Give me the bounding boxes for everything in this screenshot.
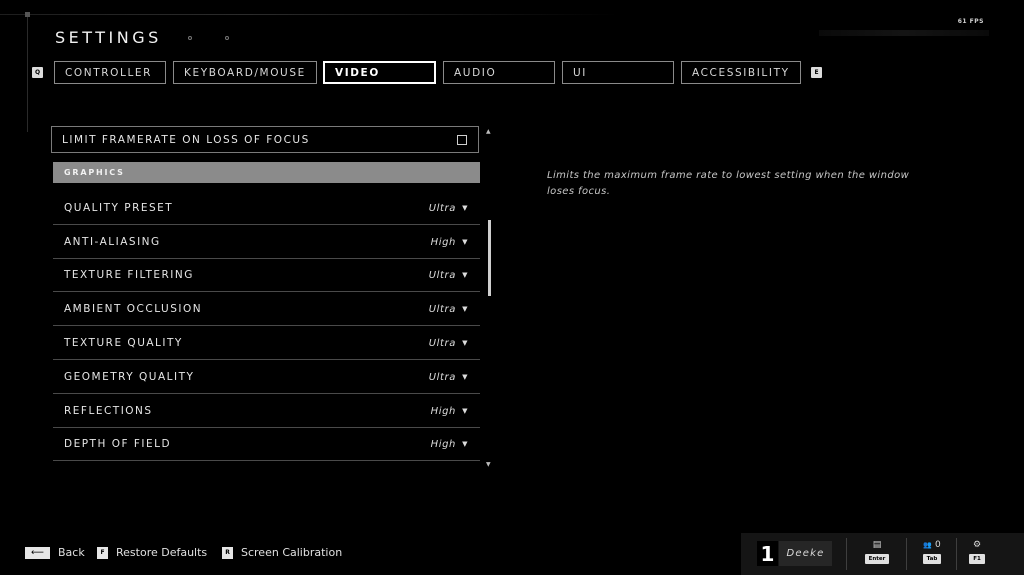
scroll-down-icon[interactable]: ▼ [486,461,491,468]
divider [846,538,847,570]
tab-keyboard-mouse[interactable]: KEYBOARD/MOUSE [173,61,317,84]
divider [956,538,957,570]
settings-button[interactable]: ⚙ F1 [966,538,988,564]
section-header-graphics: GRAPHICS [53,162,480,183]
tab-video[interactable]: VIDEO [323,61,436,84]
dropdown-arrow-icon: ▼ [462,238,469,246]
dropdown-arrow-icon: ▼ [462,271,469,279]
gear-icon: ⚙ [972,539,982,550]
dropdown-arrow-icon: ▼ [462,204,469,212]
dropdown-arrow-icon: ▼ [462,407,469,415]
back-label: Back [58,546,85,559]
dropdown-arrow-icon: ▼ [462,373,469,381]
back-button[interactable]: ⟵ Back [25,546,85,559]
limit-framerate-label: LIMIT FRAMERATE ON LOSS OF FOCUS [62,133,310,146]
fps-counter: 61 FPS [957,18,984,25]
prev-tab-key-badge[interactable]: Q [32,67,43,78]
header-decor-dot [25,12,30,17]
header-ghost-text [819,30,989,36]
setting-description: Limits the maximum frame rate to lowest … [547,170,910,197]
setting-value: Ultra [428,371,456,383]
setting-value: High [430,438,456,450]
party-count: 0 [934,539,941,550]
setting-row-ambient-occlusion[interactable]: AMBIENT OCCLUSION Ultra ▼ [53,293,480,326]
screen-calibration-button[interactable]: R Screen Calibration [222,546,342,559]
title-decor-dots [188,36,229,40]
tab-accessibility[interactable]: ACCESSIBILITY [681,61,801,84]
setting-row-texture-filtering[interactable]: TEXTURE FILTERING Ultra ▼ [53,259,480,292]
header-decor-vertical-line [27,14,28,132]
setting-row-geometry-quality[interactable]: GEOMETRY QUALITY Ultra ▼ [53,361,480,394]
dropdown-arrow-icon: ▼ [462,305,469,313]
setting-value: High [430,405,456,417]
player-number-badge: 1 [757,541,778,566]
setting-label: ANTI-ALIASING [64,236,161,248]
setting-row-depth-of-field[interactable]: DEPTH OF FIELD High ▼ [53,428,480,461]
limit-framerate-checkbox[interactable] [457,135,467,145]
setting-label: TEXTURE FILTERING [64,269,194,281]
next-tab-key-badge[interactable]: E [811,67,822,78]
party-key-badge: Tab [922,554,942,564]
player-name[interactable]: Deeke [779,541,832,566]
chat-key-badge: Enter [864,554,890,564]
setting-label: GEOMETRY QUALITY [64,371,195,383]
tab-ui[interactable]: UI [562,61,674,84]
setting-label: REFLECTIONS [64,405,153,417]
scrollbar-thumb[interactable] [488,220,491,296]
setting-row-reflections[interactable]: REFLECTIONS High ▼ [53,395,480,428]
chat-button[interactable]: ▤ Enter [860,538,894,564]
setting-row-texture-quality[interactable]: TEXTURE QUALITY Ultra ▼ [53,327,480,360]
divider [906,538,907,570]
back-arrow-icon: ⟵ [25,546,50,559]
page-title: SETTINGS [55,28,162,47]
party-icon: 👥 [923,540,932,549]
settings-key-badge: F1 [969,554,985,564]
tab-audio[interactable]: AUDIO [443,61,555,84]
setting-value: High [430,236,456,248]
setting-row-quality-preset[interactable]: QUALITY PRESET Ultra ▼ [53,192,480,225]
limit-framerate-row[interactable]: LIMIT FRAMERATE ON LOSS OF FOCUS [51,126,479,153]
header-decor-line [0,14,620,15]
setting-label: DEPTH OF FIELD [64,438,172,450]
party-button[interactable]: 👥 0 Tab [916,538,948,564]
setting-value: Ultra [428,303,456,315]
dropdown-arrow-icon: ▼ [462,440,469,448]
restore-defaults-label: Restore Defaults [116,546,208,559]
setting-value: Ultra [428,337,456,349]
restore-defaults-button[interactable]: F Restore Defaults [97,546,207,559]
screen-calibration-label: Screen Calibration [241,546,343,559]
tab-controller[interactable]: CONTROLLER [54,61,166,84]
restore-key-badge: F [97,546,108,559]
setting-label: AMBIENT OCCLUSION [64,303,203,315]
setting-value: Ultra [428,202,456,214]
calibration-key-badge: R [222,546,233,559]
chat-icon: ▤ [872,539,882,550]
setting-label: TEXTURE QUALITY [64,337,183,349]
scroll-up-icon[interactable]: ▲ [486,128,491,135]
setting-label: QUALITY PRESET [64,202,174,214]
setting-value: Ultra [428,269,456,281]
setting-row-anti-aliasing[interactable]: ANTI-ALIASING High ▼ [53,226,480,259]
dropdown-arrow-icon: ▼ [462,339,469,347]
